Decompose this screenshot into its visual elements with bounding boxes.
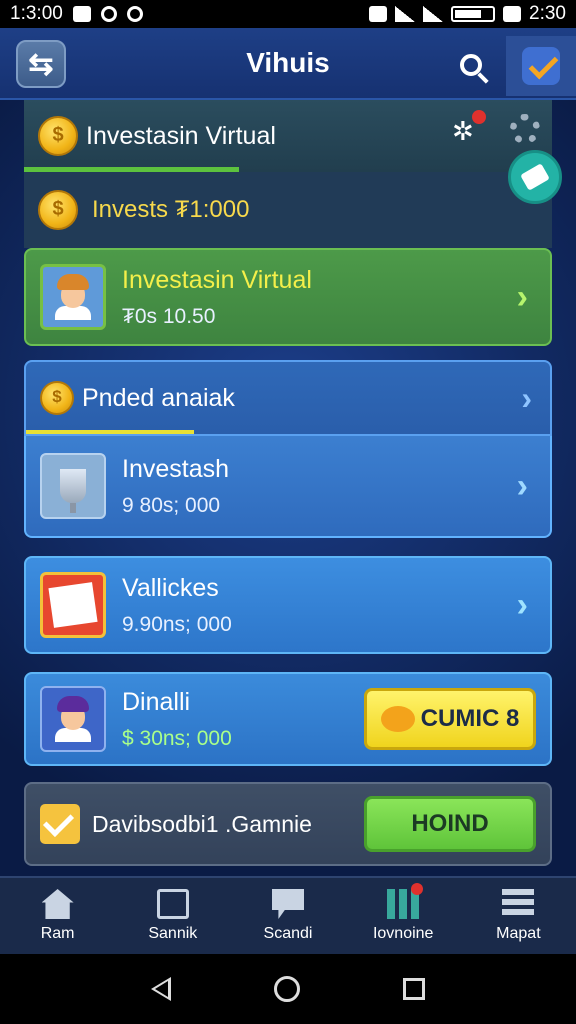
chevron-right-icon: ›: [521, 379, 532, 416]
top-panel: Investasin Virtual ✲: [24, 100, 552, 172]
ticket-icon: [520, 163, 550, 191]
profile-button[interactable]: [506, 36, 576, 96]
sync-icon: [100, 6, 117, 22]
card-title: Investash: [122, 454, 230, 483]
nav-item-sannik[interactable]: Sannik: [115, 878, 230, 954]
card-amount: ₮0s 10.50: [122, 304, 216, 328]
bottom-nav: Ram Sannik Scandi Iovnoine Mapat: [0, 876, 576, 954]
nav-label: Ram: [40, 925, 75, 942]
hold-button-label: HOIND: [411, 810, 489, 837]
coin-icon: [38, 190, 78, 230]
nav-label: Scandi: [263, 925, 313, 942]
chevron-right-icon: ›: [516, 277, 528, 316]
avatar-girl-icon: [53, 696, 93, 742]
home-icon: [41, 889, 74, 919]
status-time-right: 2:30: [529, 3, 566, 24]
coin-icon: [40, 381, 74, 415]
signal-icon: [423, 6, 444, 22]
claim-button-label: CUMIC 8: [420, 705, 520, 732]
game-card-label: Davibsodbi1 .Gamnie: [92, 810, 312, 837]
checkbox-icon[interactable]: [40, 804, 80, 844]
nav-item-mapat[interactable]: Mapat: [461, 878, 576, 954]
status-time-left: 1:3:00: [10, 3, 63, 24]
coin-icon: [380, 706, 415, 732]
card-title: Dinalli: [122, 687, 191, 716]
invest-label: Invests ₮1:000: [92, 196, 250, 223]
chevron-right-icon: ›: [516, 585, 528, 624]
notification-badge: [472, 110, 486, 124]
lottery-ticket-icon: [48, 582, 98, 628]
system-back-icon[interactable]: [151, 977, 172, 1001]
vibrate-icon: [369, 6, 388, 22]
card-amount: 9 80s; 000: [122, 493, 221, 517]
investment-card-investash[interactable]: Investash 9 80s; 000 ›: [24, 436, 552, 538]
alarm-icon: [126, 6, 143, 22]
ticket-thumbnail: [40, 572, 106, 638]
pended-label: Pnded anaiak: [82, 383, 235, 412]
wifi-icon: [395, 6, 416, 22]
system-home-icon[interactable]: [273, 976, 300, 1002]
chart-icon: [387, 883, 424, 919]
card-title: Vallickes: [122, 573, 219, 602]
system-recents-icon[interactable]: [402, 978, 425, 1000]
pended-section-header[interactable]: Pnded anaiak ›: [24, 360, 552, 436]
hold-button[interactable]: HOIND: [364, 796, 536, 852]
nav-label: Sannik: [148, 925, 198, 942]
system-nav-bar: [0, 954, 576, 1024]
trophy-icon: [60, 469, 86, 513]
back-icon: ⇆: [28, 47, 54, 81]
app-header: ⇆ Vihuis: [0, 28, 576, 100]
lock-icon: [503, 6, 522, 22]
gear-icon[interactable]: [510, 114, 540, 144]
investment-card-virtual[interactable]: Investasin Virtual ₮0s 10.50 ›: [24, 248, 552, 346]
edit-icon: [156, 889, 189, 919]
nav-item-ram[interactable]: Ram: [0, 878, 115, 954]
nav-item-scandi[interactable]: Scandi: [230, 878, 345, 954]
nav-label: Iovnoine: [372, 925, 434, 942]
pended-progress: [26, 430, 194, 434]
page-title: Vihuis: [246, 47, 330, 78]
back-button[interactable]: ⇆: [16, 40, 66, 88]
flag-icon: [272, 889, 304, 919]
avatar: [40, 686, 106, 752]
map-icon: [502, 889, 535, 919]
investment-card-vallickes[interactable]: Vallickes 9.90ns; 000 ›: [24, 556, 552, 654]
bug-icon[interactable]: ✲: [452, 116, 474, 147]
search-icon: [460, 54, 482, 76]
profile-icon: [522, 47, 560, 85]
avatar-boy-icon: [53, 274, 93, 320]
status-bar: 1:3:00 2:30: [0, 0, 576, 28]
battery-icon: [451, 6, 496, 22]
top-panel-title: Investasin Virtual: [86, 121, 276, 150]
notification-badge: [411, 883, 424, 895]
game-card: Davibsodbi1 .Gamnie HOIND: [24, 782, 552, 866]
nav-label: Mapat: [496, 925, 541, 942]
chevron-right-icon: ›: [516, 466, 528, 505]
ticket-button[interactable]: [508, 150, 562, 204]
coin-icon: [38, 116, 78, 156]
card-title: Investasin Virtual: [122, 265, 312, 294]
search-button[interactable]: [452, 46, 490, 84]
avatar: [40, 264, 106, 330]
claim-button[interactable]: CUMIC 8: [364, 688, 536, 750]
invest-row: Invests ₮1:000: [24, 172, 552, 248]
nav-item-iovnoine[interactable]: Iovnoine: [346, 878, 461, 954]
notification-icon: [72, 6, 91, 22]
trophy-thumbnail: [40, 453, 106, 519]
card-amount: $ 30ns; 000: [122, 726, 232, 750]
main-content: Investasin Virtual ✲ Invests ₮1:000 Inve…: [0, 100, 576, 876]
investment-card-dinalli: Dinalli $ 30ns; 000 CUMIC 8: [24, 672, 552, 766]
card-amount: 9.90ns; 000: [122, 612, 232, 636]
